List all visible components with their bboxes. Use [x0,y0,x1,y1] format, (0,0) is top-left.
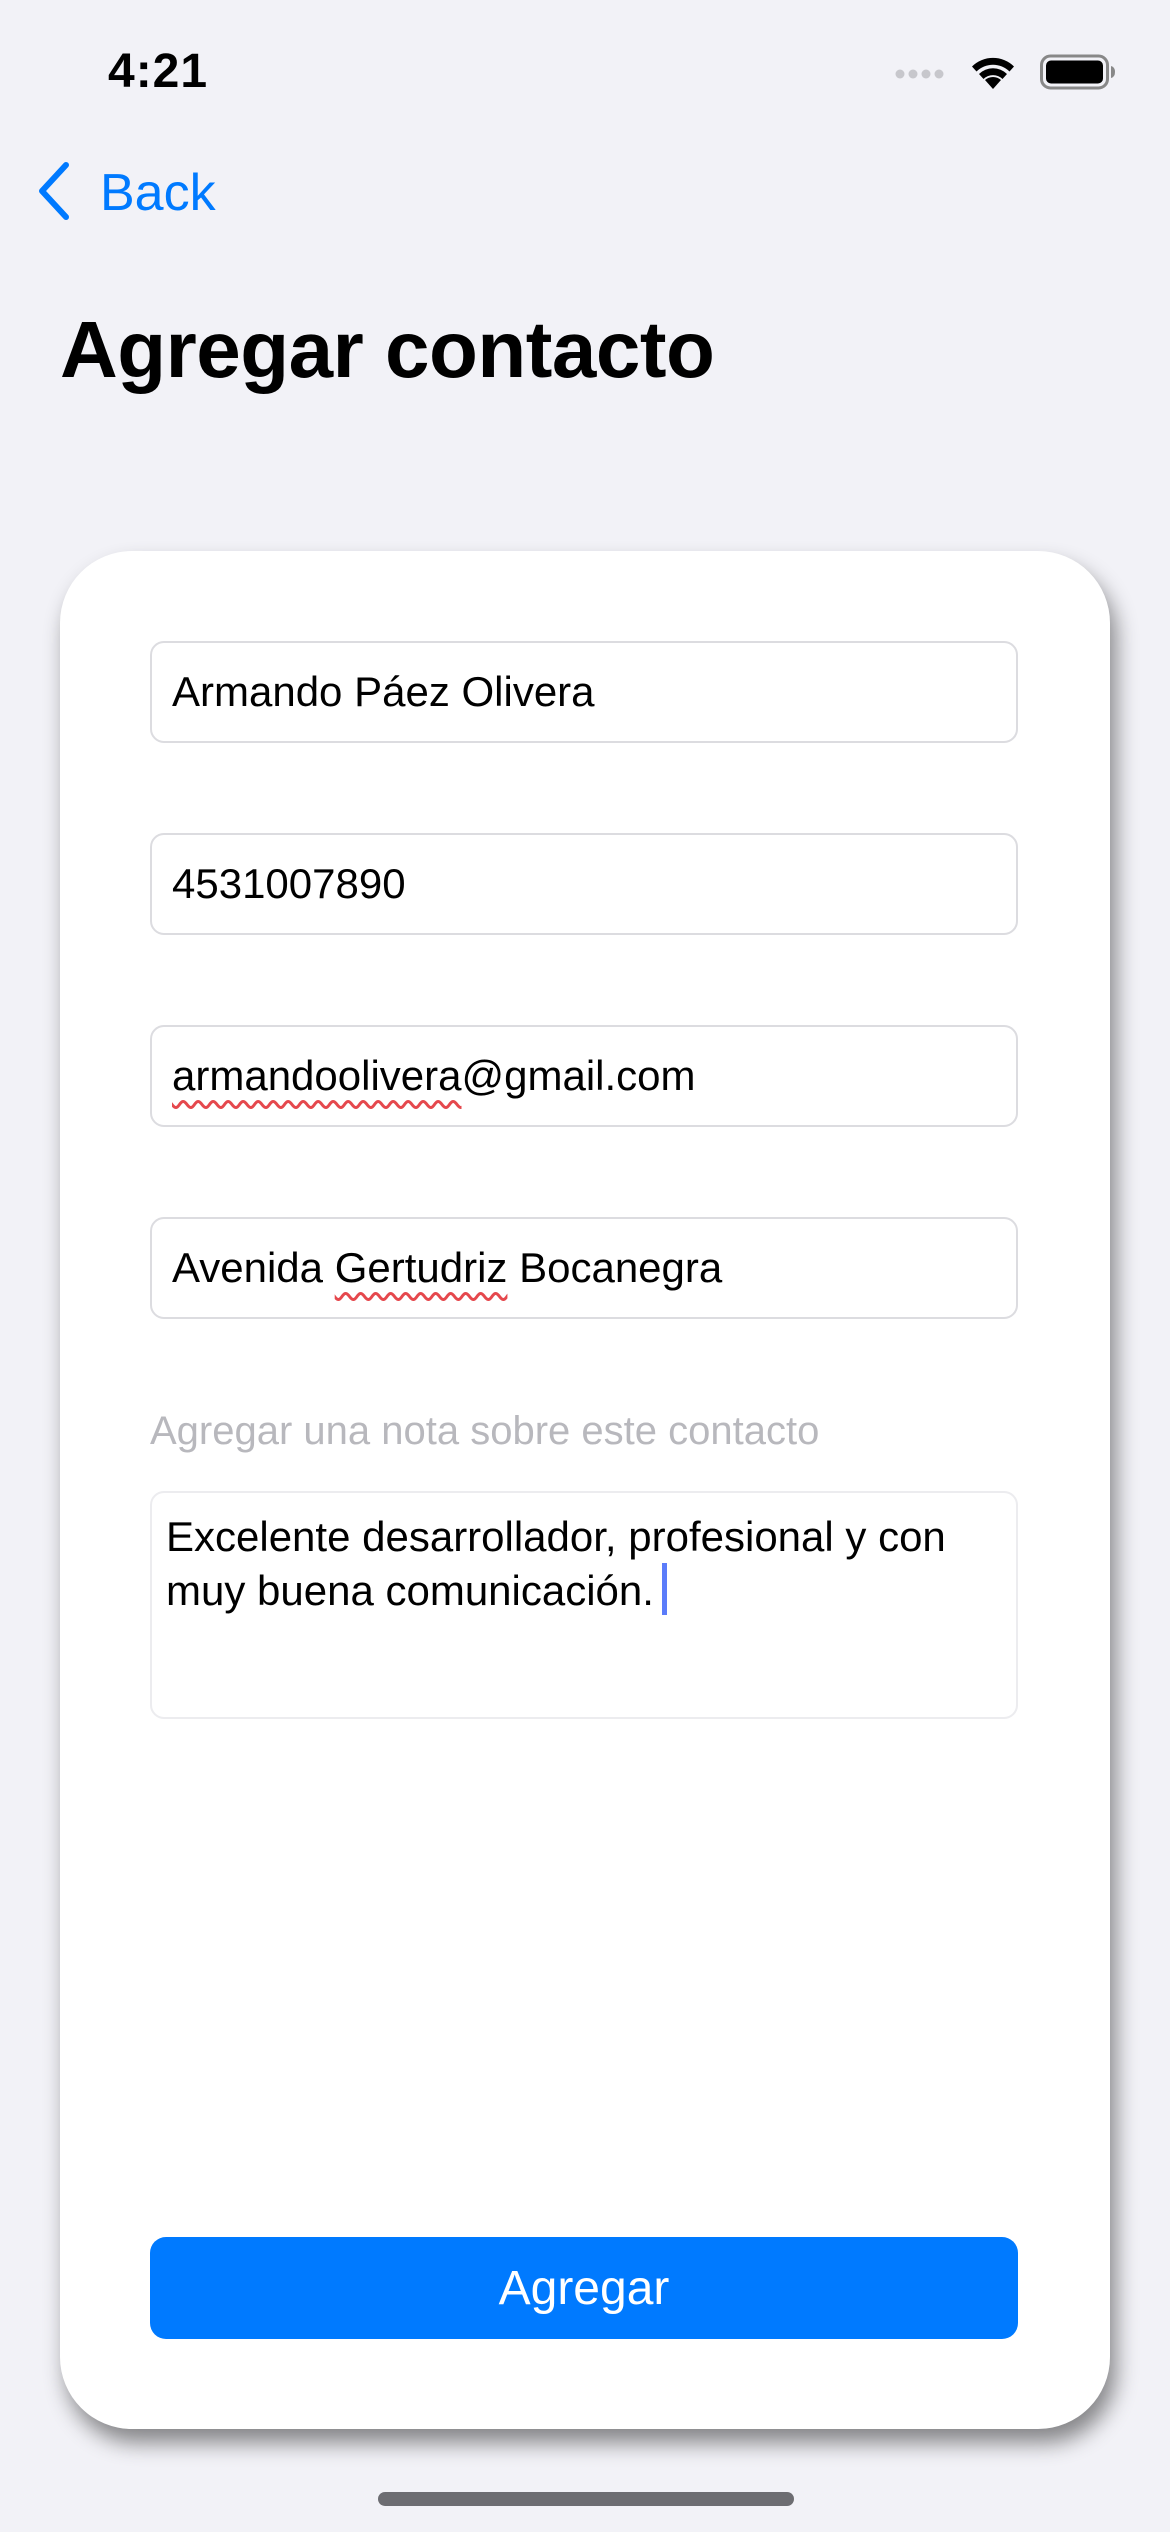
email-value: armandoolivera@gmail.com [172,1052,696,1100]
page-title: Agregar contacto [60,305,715,394]
address-misspelled-part: Gertudriz [334,1244,508,1291]
address-value: Avenida Gertudriz Bocanegra [172,1244,722,1292]
status-time: 4:21 [108,45,209,98]
home-indicator[interactable] [378,2492,794,2506]
text-caret [661,1563,667,1615]
email-misspelled-part: armandoolivera [172,1052,462,1099]
name-value: Armando Páez Olivera [172,668,595,715]
phone-field[interactable]: 4531007890 [150,833,1018,935]
add-contact-button-label: Agregar [498,2261,670,2315]
status-bar: 4:21 [0,0,1170,140]
email-domain-part: @gmail.com [461,1052,696,1099]
cellular-signal-icon [894,65,946,84]
status-icons [894,52,1116,96]
note-textarea[interactable]: Excelente desarrollador, profesional y c… [150,1491,1018,1719]
battery-icon [1040,53,1116,96]
email-field[interactable]: armandoolivera@gmail.com [150,1025,1018,1127]
contact-form-card: Armando Páez Olivera 4531007890 armandoo… [60,551,1110,2429]
wifi-icon [968,53,1018,96]
back-button[interactable]: Back [36,158,216,228]
address-prefix: Avenida [172,1244,335,1291]
address-suffix: Bocanegra [507,1244,723,1291]
chevron-left-icon [36,161,72,226]
phone-value: 4531007890 [172,860,406,907]
add-contact-button[interactable]: Agregar [150,2237,1018,2339]
address-field[interactable]: Avenida Gertudriz Bocanegra [150,1217,1018,1319]
back-label: Back [100,164,216,222]
name-field[interactable]: Armando Páez Olivera [150,641,1018,743]
note-value: Excelente desarrollador, profesional y c… [166,1513,946,1614]
note-label: Agregar una nota sobre este contacto [150,1409,820,1453]
